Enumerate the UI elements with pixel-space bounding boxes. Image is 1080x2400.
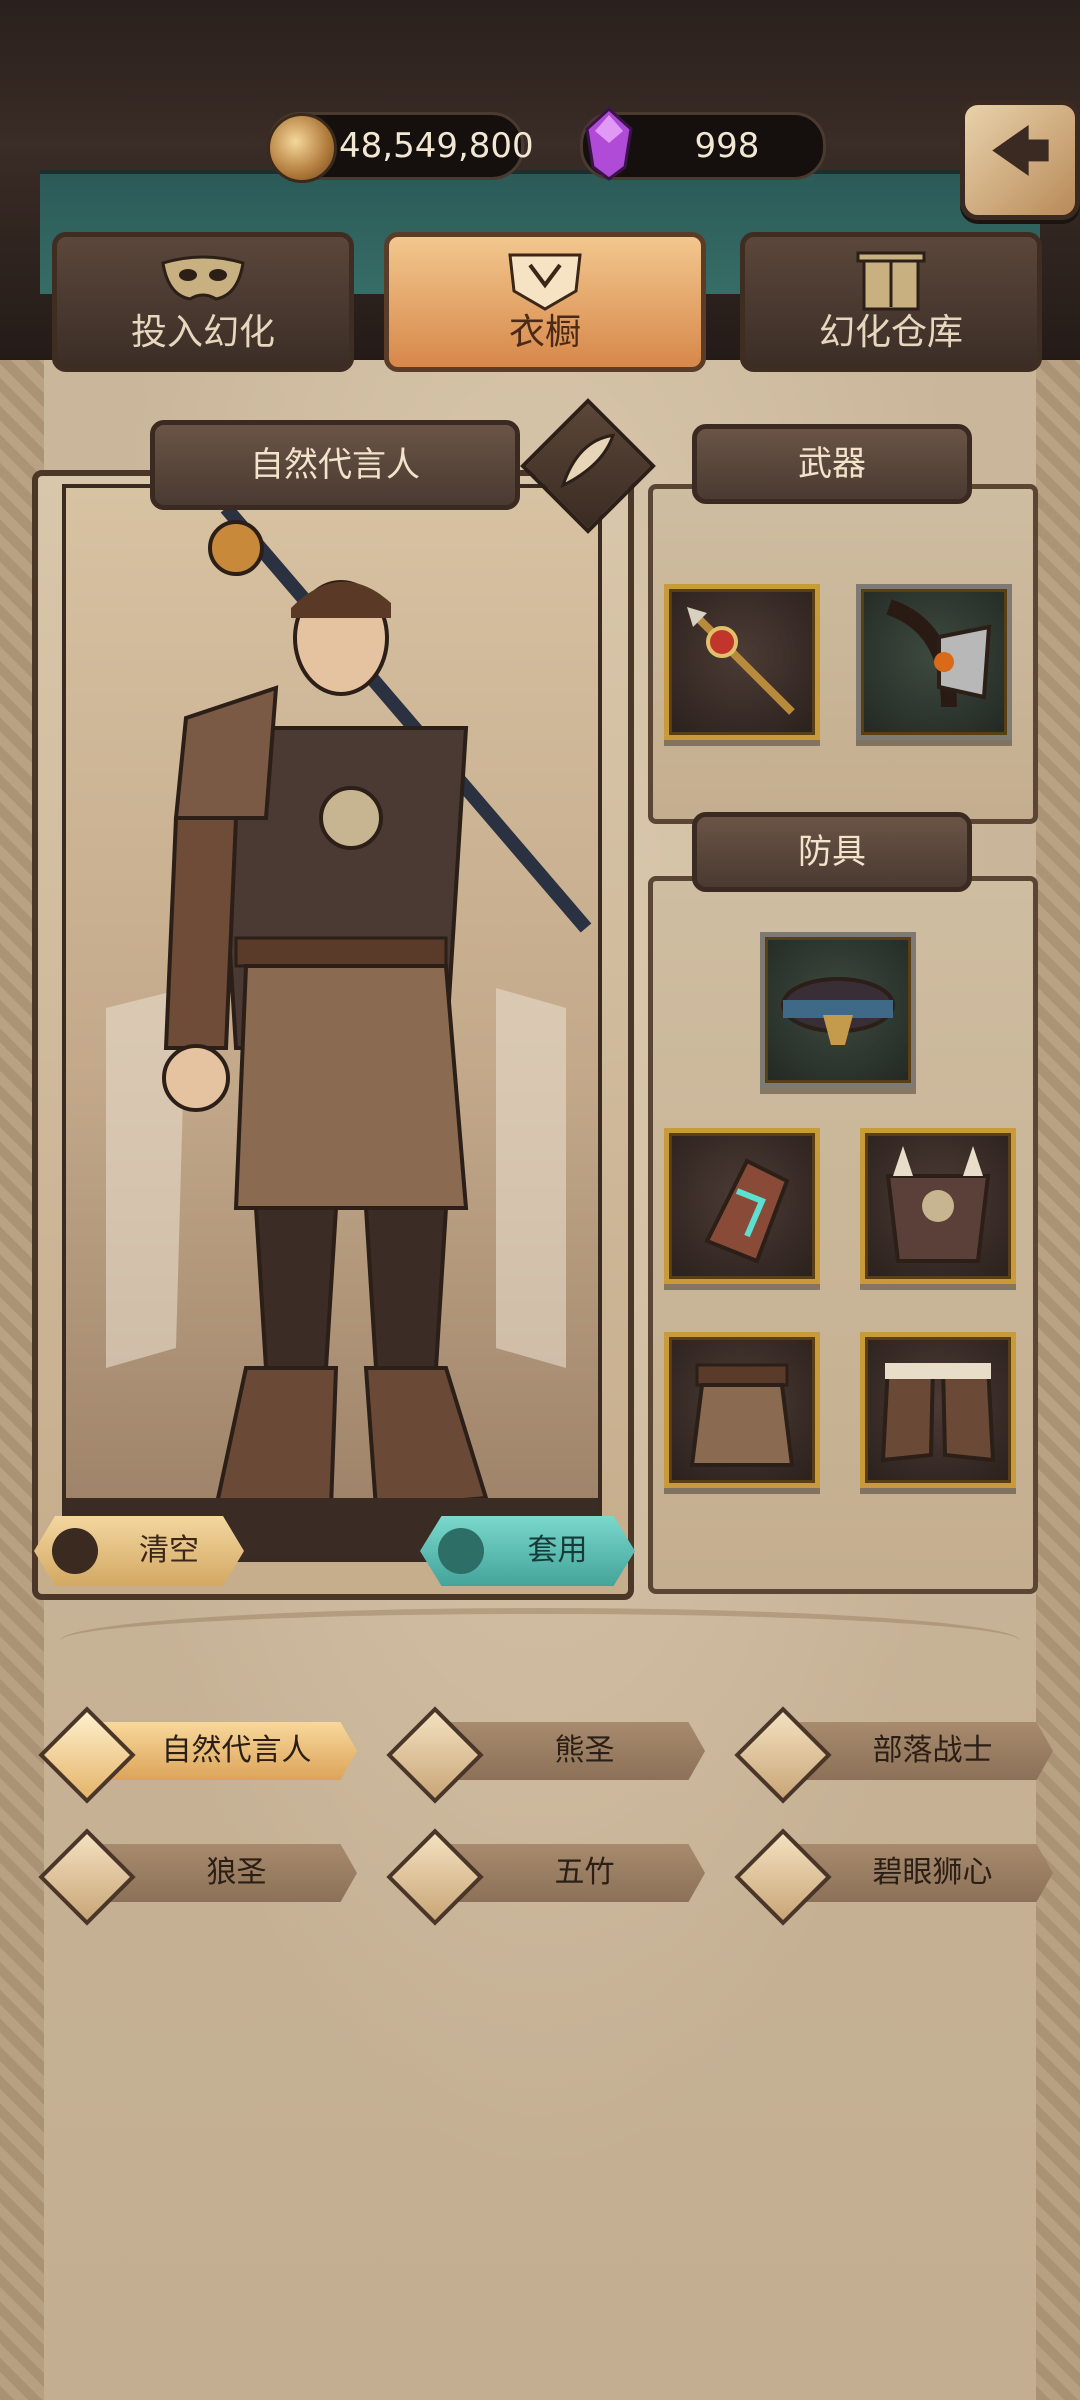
tab-label: 衣橱 (508, 312, 581, 353)
apply-button-label: 套用 (527, 1533, 588, 1568)
armor-title-text: 防具 (798, 832, 866, 872)
gold-amount: 48,549,800 (339, 126, 534, 166)
tab-transmog-storage[interactable]: 幻化仓库 (740, 232, 1042, 372)
boots-icon (880, 1363, 996, 1463)
clear-button[interactable]: 清空 (34, 1516, 244, 1586)
tab-wardrobe[interactable]: 衣橱 (384, 232, 706, 372)
clear-button-label: 清空 (139, 1533, 199, 1568)
outfit-emblem-icon (734, 1828, 832, 1926)
weapon-slot-staff[interactable] (664, 584, 820, 740)
apply-button[interactable]: 套用 (420, 1516, 635, 1586)
tab-label: 幻化仓库 (818, 312, 963, 353)
outfit-emblem-icon (386, 1706, 484, 1804)
feather-icon (560, 433, 616, 489)
outfit-name: 狼圣 (206, 1855, 267, 1890)
armor-slot-boots[interactable] (860, 1332, 1016, 1488)
gem-icon (585, 107, 633, 181)
character-name: 自然代言人 (250, 445, 420, 485)
tab-label: 投入幻化 (130, 312, 275, 353)
gem-currency: 998 (580, 107, 826, 181)
outfit-emblem-icon (386, 1828, 484, 1926)
outfit-name: 熊圣 (554, 1733, 615, 1768)
weapons-title: 武器 (692, 424, 972, 504)
outfit-item[interactable]: 部落战士 (730, 1706, 1055, 1804)
outfit-name: 碧眼狮心 (872, 1855, 993, 1890)
outfit-emblem-icon (38, 1828, 136, 1926)
outfit-name: 自然代言人 (161, 1733, 312, 1768)
chest-armor-icon (885, 1146, 991, 1263)
gold-currency: 48,549,800 (267, 112, 534, 183)
outfit-item[interactable]: 自然代言人 (34, 1706, 359, 1804)
kilt-icon (689, 1363, 795, 1467)
outfit-name: 部落战士 (872, 1733, 993, 1768)
armor-title: 防具 (692, 812, 972, 892)
armor-slot-chest[interactable] (860, 1128, 1016, 1284)
armor-slot-bracer[interactable] (664, 1128, 820, 1284)
staff-icon (687, 607, 795, 715)
mask-icon (161, 255, 245, 301)
back-button[interactable] (960, 100, 1080, 220)
back-arrow-icon (992, 125, 1049, 176)
outfit-name: 五竹 (554, 1855, 615, 1890)
outfit-item[interactable]: 碧眼狮心 (730, 1828, 1055, 1926)
outfit-item[interactable]: 五竹 (382, 1828, 707, 1926)
character-figure (66, 503, 598, 1558)
cabinet-icon (856, 251, 926, 311)
outfit-item[interactable]: 熊圣 (382, 1706, 707, 1804)
outfit-emblem-icon (734, 1706, 832, 1804)
character-name-banner: 自然代言人 (150, 420, 520, 510)
weapon-slot-axe[interactable] (856, 584, 1012, 740)
trash-icon (52, 1528, 98, 1574)
crown-icon (438, 1528, 484, 1574)
armor-slot-kilt[interactable] (664, 1332, 820, 1488)
wardrobe-screen: { "currency": {"gold": "48,549,800", "ge… (0, 0, 1080, 2400)
outfit-item[interactable]: 狼圣 (34, 1828, 359, 1926)
character-portrait (62, 484, 602, 1562)
tab-invest-transmog[interactable]: 投入幻化 (52, 232, 354, 372)
outfit-emblem-icon (38, 1706, 136, 1804)
wardrobe-crest-icon (508, 253, 582, 311)
weapons-title-text: 武器 (798, 444, 866, 484)
coin-icon (267, 113, 337, 183)
axe-icon (886, 599, 992, 708)
belt-icon (781, 977, 895, 1045)
section-divider (60, 1608, 1020, 1674)
armor-slot-belt[interactable] (760, 932, 916, 1088)
gem-amount: 998 (694, 126, 760, 166)
bracer-icon (704, 1158, 790, 1264)
right-border-ornament (1036, 330, 1080, 2400)
